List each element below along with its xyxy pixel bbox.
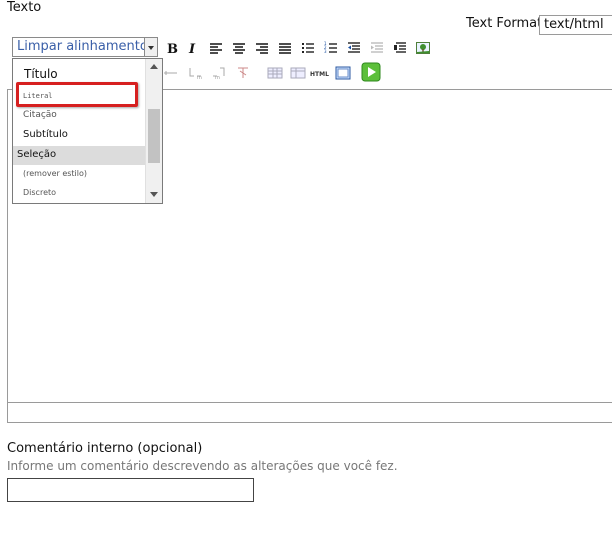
align-right-icon[interactable]: [253, 39, 271, 57]
svg-text:3: 3: [324, 49, 327, 54]
field-label-texto: Texto: [7, 0, 42, 15]
table-delete-icon[interactable]: [234, 64, 252, 82]
bold-icon[interactable]: B: [162, 39, 180, 57]
comment-label: Comentário interno (opcional): [7, 441, 203, 456]
numbered-list-icon[interactable]: 123: [322, 39, 340, 57]
table-props-icon[interactable]: m: [210, 64, 228, 82]
text-format-label: Text Format: [466, 16, 543, 31]
fullscreen-icon[interactable]: [334, 64, 352, 82]
dropdown-item-remover-estilo[interactable]: (remover estilo): [23, 169, 156, 178]
dropdown-item-titulo[interactable]: Título: [24, 67, 157, 81]
style-combo-value: Limpar alinhamento: [17, 39, 148, 54]
italic-icon[interactable]: I: [184, 39, 202, 57]
table-insert-row-icon[interactable]: [162, 64, 180, 82]
dropdown-item-selecao: Seleção: [17, 149, 57, 160]
scroll-down-arrow-icon[interactable]: [150, 192, 158, 197]
align-justify-icon[interactable]: [276, 39, 294, 57]
editor-statusbar-divider: [7, 402, 612, 403]
bulleted-list-icon[interactable]: [299, 39, 317, 57]
scrollbar-thumb[interactable]: [148, 109, 160, 163]
chevron-down-icon[interactable]: [144, 38, 157, 56]
outdent-icon[interactable]: [345, 39, 363, 57]
blockquote-icon[interactable]: [391, 39, 409, 57]
svg-text:HTML: HTML: [310, 71, 329, 78]
save-icon[interactable]: [361, 62, 381, 82]
table-insert-col-icon[interactable]: m: [187, 64, 205, 82]
scroll-up-arrow-icon[interactable]: [150, 64, 158, 69]
svg-text:B: B: [167, 42, 178, 55]
image-icon[interactable]: [414, 39, 432, 57]
align-center-icon[interactable]: [230, 39, 248, 57]
dropdown-item-discreto[interactable]: Discreto: [23, 188, 156, 197]
dropdown-item-selecao-row[interactable]: Seleção: [13, 146, 146, 165]
dropdown-item-citacao[interactable]: Citação: [23, 110, 156, 120]
svg-text:m: m: [215, 75, 220, 80]
table-cell-icon[interactable]: [266, 64, 284, 82]
comment-help-text: Informe um comentário descrevendo as alt…: [7, 459, 398, 473]
dropdown-scrollbar[interactable]: [145, 59, 162, 203]
align-left-icon[interactable]: [207, 39, 225, 57]
style-dropdown-combo[interactable]: Limpar alinhamento: [12, 37, 158, 57]
svg-text:m: m: [197, 75, 202, 80]
text-format-select[interactable]: text/html: [539, 15, 612, 35]
highlight-annotation-box: [16, 82, 138, 107]
dropdown-item-subtitulo[interactable]: Subtítulo: [23, 129, 156, 140]
html-icon[interactable]: HTML: [309, 64, 331, 82]
indent-icon[interactable]: [368, 39, 386, 57]
table-merge-icon[interactable]: [289, 64, 307, 82]
style-dropdown-list[interactable]: Título Literal Citação Subtítulo Seleção…: [12, 58, 163, 204]
comment-input[interactable]: [7, 478, 254, 502]
svg-text:I: I: [188, 42, 196, 55]
